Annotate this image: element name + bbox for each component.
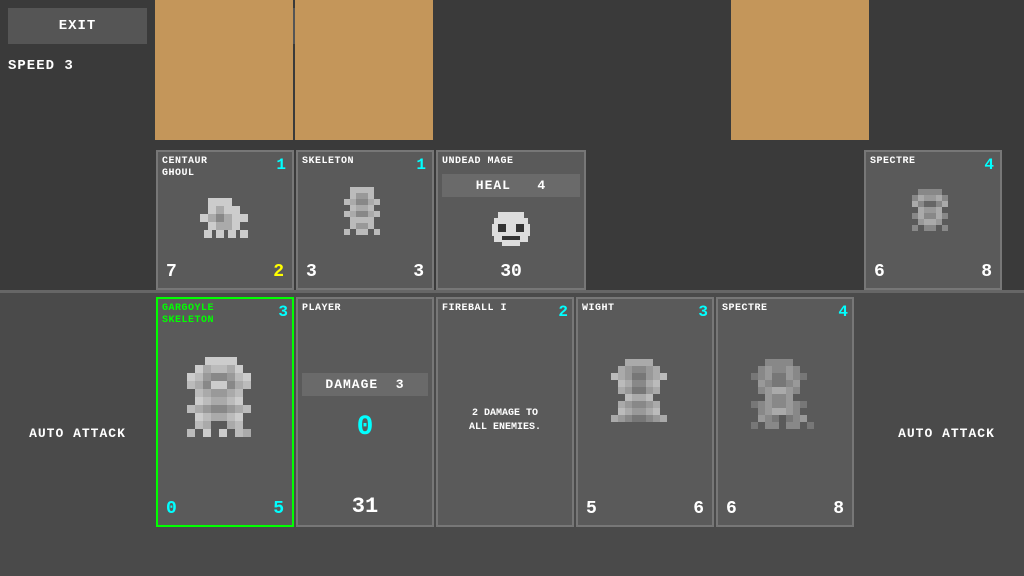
top-card-spectre[interactable]: SPECTRE 4 <box>864 150 1002 290</box>
top-card-centaur-ghoul[interactable]: CENTAURGHOUL 1 <box>156 150 294 290</box>
bottom-card-player[interactable]: PLAYER DAMAGE 3 0 31 <box>296 297 434 527</box>
bottom-spectre-image <box>722 321 848 497</box>
bottom-area: AUTO ATTACK GARGOYLESKELETON 3 <box>0 290 1024 576</box>
top-spectre-stats: 6 8 <box>870 260 996 284</box>
wight-number: 3 <box>698 303 708 321</box>
gargoyle-stats: 0 5 <box>162 497 288 521</box>
bottom-spectre-stats: 6 8 <box>722 497 848 521</box>
skeleton-stat-left: 3 <box>306 262 317 282</box>
top-area: EXIT SPEED 3 CENTAURGHOUL 1 <box>0 0 1024 290</box>
wight-stat-right: 6 <box>693 499 704 519</box>
left-panel: EXIT SPEED 3 <box>0 0 155 290</box>
centaur-ghoul-image <box>162 180 288 260</box>
gargoyle-stat-right: 5 <box>273 499 284 519</box>
top-cards-row: CENTAURGHOUL 1 <box>155 150 1003 290</box>
wight-stats: 5 6 <box>582 497 708 521</box>
heal-row: HEAL 4 <box>442 174 580 197</box>
top-spectre-name: SPECTRE <box>870 156 996 168</box>
gargoyle-image <box>162 327 288 497</box>
skeleton-number: 1 <box>416 156 426 174</box>
tan-square-1 <box>155 0 293 140</box>
gargoyle-stat-left: 0 <box>166 499 177 519</box>
top-spectre-image <box>870 168 996 260</box>
skeleton-name: SKELETON <box>302 156 428 168</box>
skeleton-image <box>302 168 428 260</box>
player-stats: 31 <box>302 492 428 521</box>
gargoyle-number: 3 <box>278 303 288 321</box>
centaur-ghoul-stat-left: 7 <box>166 262 177 282</box>
undead-mage-image <box>442 203 580 260</box>
top-card-skeleton[interactable]: SKELETON 1 <box>296 150 434 290</box>
top-card-undead-mage[interactable]: UNDEAD MAGE HEAL 4 <box>436 150 586 290</box>
bottom-card-spectre[interactable]: SPECTRE 4 <box>716 297 854 527</box>
undead-mage-hp: 30 <box>500 262 522 282</box>
bottom-spectre-name: SPECTRE <box>722 303 768 315</box>
fireball-desc: 2 DAMAGE TOALL ENEMIES. <box>469 407 541 435</box>
top-spectre-stat-right: 8 <box>981 262 992 282</box>
tan-square-3 <box>731 0 869 140</box>
exit-button[interactable]: EXIT <box>8 8 147 44</box>
player-damage-value: 0 <box>357 412 374 443</box>
undead-mage-stats: 30 <box>442 260 580 284</box>
speed-label: SPEED 3 <box>8 54 147 78</box>
undead-mage-name: UNDEAD MAGE <box>442 156 580 168</box>
fireball-number: 2 <box>558 303 568 321</box>
bottom-cards-area: GARGOYLESKELETON 3 <box>155 293 869 576</box>
wight-name: WIGHT <box>582 303 615 315</box>
skeleton-stats: 3 3 <box>302 260 428 284</box>
tan-square-2 <box>295 0 433 140</box>
player-damage-label: DAMAGE 3 <box>325 377 404 392</box>
top-spectre-number: 4 <box>984 156 994 174</box>
bottom-spectre-stat-right: 8 <box>833 499 844 519</box>
bottom-card-fireball[interactable]: FIREBALL I 2 2 DAMAGE TOALL ENEMIES. <box>436 297 574 527</box>
gargoyle-name: GARGOYLESKELETON <box>162 303 214 327</box>
fireball-name: FIREBALL I <box>442 303 507 315</box>
bottom-left-panel: AUTO ATTACK <box>0 293 155 576</box>
wight-stat-left: 5 <box>586 499 597 519</box>
empty-top-slot <box>587 150 725 290</box>
player-hp: 31 <box>352 494 378 519</box>
bottom-card-wight[interactable]: WIGHT 3 <box>576 297 714 527</box>
bottom-spectre-number: 4 <box>838 303 848 321</box>
centaur-ghoul-stat-right: 2 <box>273 262 284 282</box>
player-name: PLAYER <box>302 303 428 315</box>
bottom-spectre-stat-left: 6 <box>726 499 737 519</box>
auto-attack-left-label: AUTO ATTACK <box>29 425 126 443</box>
bottom-card-gargoyle[interactable]: GARGOYLESKELETON 3 <box>156 297 294 527</box>
game-container: EXIT SPEED 3 CENTAURGHOUL 1 <box>0 0 1024 576</box>
bottom-right-panel: AUTO ATTACK <box>869 293 1024 576</box>
player-damage-row: DAMAGE 3 <box>302 373 428 396</box>
empty-top-slot-2 <box>725 150 863 290</box>
centaur-ghoul-number: 1 <box>276 156 286 174</box>
wight-image <box>582 321 708 497</box>
skeleton-stat-right: 3 <box>413 262 424 282</box>
auto-attack-right-label: AUTO ATTACK <box>898 425 995 443</box>
heal-label: HEAL 4 <box>476 178 546 193</box>
top-spectre-stat-left: 6 <box>874 262 885 282</box>
centaur-ghoul-stats: 7 2 <box>162 260 288 284</box>
centaur-ghoul-name: CENTAURGHOUL <box>162 156 288 180</box>
